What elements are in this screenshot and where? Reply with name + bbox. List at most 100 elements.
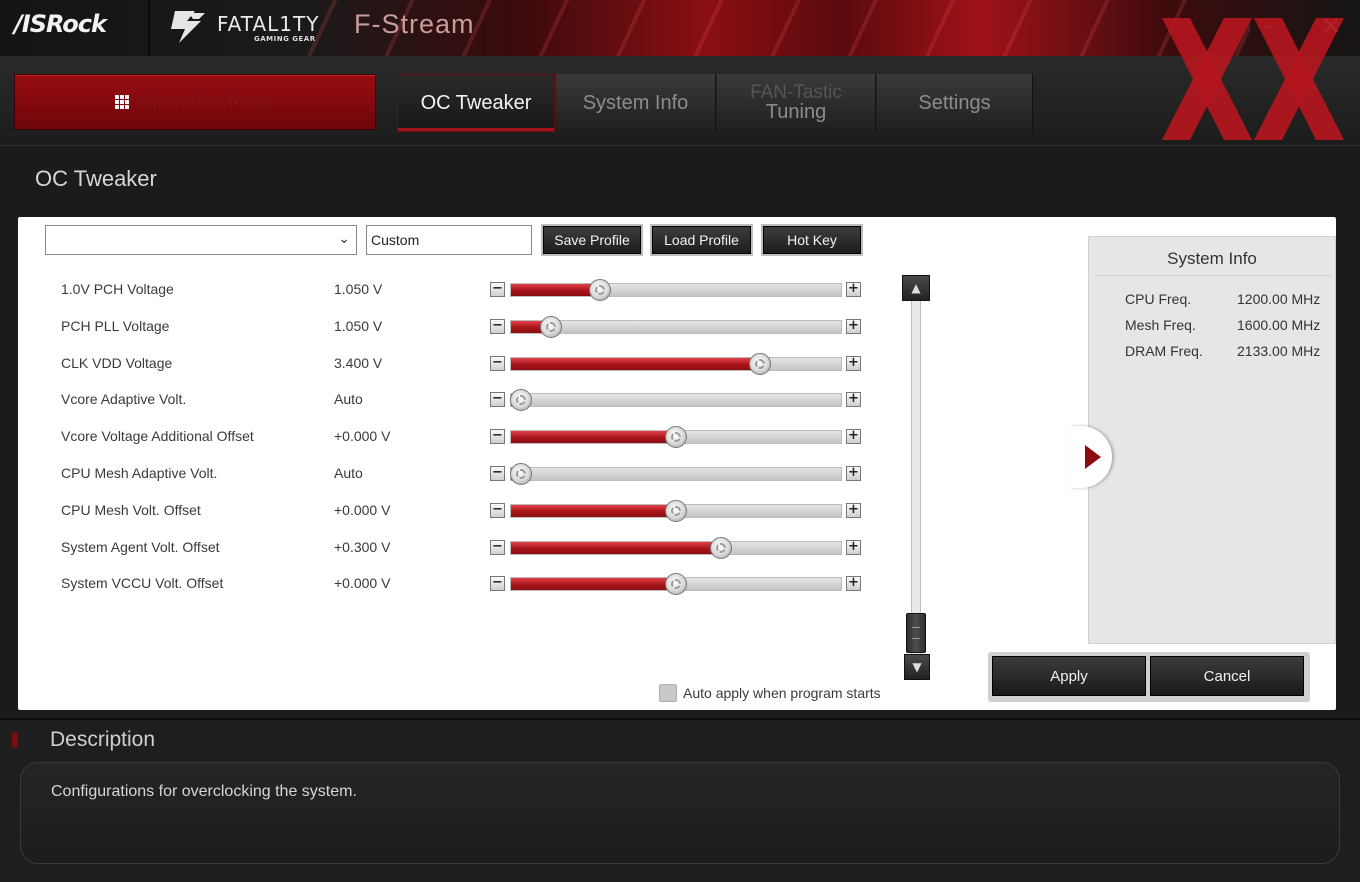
system-info-title: System Info xyxy=(1167,249,1257,268)
setting-value: Auto xyxy=(334,465,363,481)
setting-name: PCH PLL Voltage xyxy=(61,317,170,334)
operation-mode-label: Operation Mode xyxy=(138,92,276,112)
setting-name: CPU Mesh Volt. Offset xyxy=(61,501,201,518)
decrease-button[interactable]: − xyxy=(490,576,505,592)
description-box: Configurations for overclocking the syst… xyxy=(20,762,1340,864)
decrease-button[interactable]: − xyxy=(490,539,505,555)
setting-row: CPU Mesh Volt. Offset +0.000 V − + xyxy=(18,494,878,530)
description-text: Configurations for overclocking the syst… xyxy=(51,783,357,800)
action-buttons: Apply Cancel xyxy=(988,652,1310,702)
increase-button[interactable]: + xyxy=(846,466,861,481)
slider-track[interactable] xyxy=(509,389,842,412)
slider-track[interactable] xyxy=(510,279,842,301)
cpu-freq-value: 1200.00 MHz xyxy=(1237,291,1321,307)
decrease-button[interactable]: − xyxy=(490,429,505,445)
slider-knob[interactable] xyxy=(509,463,532,485)
grid-icon xyxy=(114,95,129,109)
fatality-logo-text: FATAL1TY xyxy=(217,12,320,36)
increase-button[interactable]: + xyxy=(846,502,861,518)
scroll-down-button[interactable]: ▼ xyxy=(904,654,930,680)
setting-row: 1.0V PCH Voltage 1.050 V − + xyxy=(18,273,878,309)
close-button[interactable]: × xyxy=(1318,12,1344,38)
dram-freq-value: 2133.00 MHz xyxy=(1237,343,1321,359)
slider-track[interactable] xyxy=(510,573,842,596)
increase-button[interactable]: + xyxy=(846,355,861,371)
slider-knob[interactable] xyxy=(665,573,687,596)
slider-knob[interactable] xyxy=(665,499,687,522)
slider-knob[interactable] xyxy=(709,536,732,559)
decrease-button[interactable]: − xyxy=(490,318,505,334)
save-profile-button[interactable]: Save Profile xyxy=(543,226,641,254)
setting-name: System VCCU Volt. Offset xyxy=(61,575,224,592)
setting-value: 1.050 V xyxy=(334,281,383,297)
increase-button[interactable]: + xyxy=(846,392,861,408)
profile-dropdown[interactable]: ⌄ xyxy=(45,225,357,255)
setting-value: +0.000 V xyxy=(334,428,391,445)
slider-fill xyxy=(511,504,676,517)
slider-track[interactable] xyxy=(509,463,842,485)
tab-oc-tweaker[interactable]: OC Tweaker xyxy=(397,74,555,132)
slider-knob[interactable] xyxy=(509,389,532,412)
setting-row: CPU Mesh Adaptive Volt. Auto − + xyxy=(18,457,878,493)
setting-value: 1.050 V xyxy=(334,317,383,334)
cancel-button[interactable]: Cancel xyxy=(1150,656,1304,696)
increase-button[interactable]: + xyxy=(846,429,861,445)
decrease-button[interactable]: − xyxy=(490,355,505,371)
setting-value: +0.000 V xyxy=(334,501,391,518)
fatality-logo-subtext: GAMING GEAR xyxy=(254,35,316,43)
system-info-panel: System Info CPU Freq. 1200.00 MHz Mesh F… xyxy=(1088,236,1336,644)
slider-track[interactable] xyxy=(510,352,842,375)
slider-track[interactable] xyxy=(510,536,842,559)
system-info-divider xyxy=(1095,275,1331,276)
auto-apply-checkbox-box[interactable] xyxy=(659,684,677,702)
tab-fan-tastic-tuning[interactable]: FAN-Tastic Tuning xyxy=(717,74,876,132)
setting-value: Auto xyxy=(334,391,363,408)
slider-knob[interactable] xyxy=(749,352,772,375)
slider-knob[interactable] xyxy=(539,315,562,338)
oc-tweaker-panel: ⌄ Custom Save Profile Load Profile Hot K… xyxy=(18,217,1336,710)
slider-knob[interactable] xyxy=(589,279,612,301)
cpu-freq-label: CPU Freq. xyxy=(1125,291,1192,307)
load-profile-button[interactable]: Load Profile xyxy=(652,226,751,254)
setting-row: CLK VDD Voltage 3.400 V − + xyxy=(18,347,878,383)
tab-fan-label-line1: FAN-Tastic xyxy=(750,81,842,103)
slider-track[interactable] xyxy=(510,426,842,449)
slider-fill xyxy=(511,541,721,554)
slider-track[interactable] xyxy=(510,499,842,522)
setting-name: CPU Mesh Adaptive Volt. xyxy=(61,465,218,481)
tab-system-info[interactable]: System Info xyxy=(556,74,716,132)
setting-value: +0.000 V xyxy=(334,575,391,592)
setting-row: Vcore Adaptive Volt. Auto − + xyxy=(18,383,878,419)
decrease-button[interactable]: − xyxy=(490,502,505,518)
slider-fill xyxy=(511,284,601,296)
profile-name-field[interactable]: Custom xyxy=(366,225,532,255)
operation-mode-button[interactable]: Operation Mode xyxy=(14,74,376,130)
apply-button[interactable]: Apply xyxy=(992,656,1146,696)
setting-value: 3.400 V xyxy=(334,354,383,371)
setting-row: System VCCU Volt. Offset +0.000 V − + xyxy=(18,567,878,603)
scrollbar-thumb[interactable] xyxy=(906,613,926,653)
minimize-button[interactable]: – xyxy=(1256,14,1282,40)
decrease-button[interactable]: − xyxy=(490,282,505,297)
tab-fan-label-line2: Tuning xyxy=(765,101,827,124)
decrease-button[interactable]: − xyxy=(490,392,505,408)
decrease-button[interactable]: − xyxy=(490,466,505,481)
hot-key-button[interactable]: Hot Key xyxy=(763,226,861,254)
setting-name: Vcore Adaptive Volt. xyxy=(61,391,187,408)
scroll-up-button[interactable]: ▲ xyxy=(902,275,930,301)
setting-name: System Agent Volt. Offset xyxy=(61,538,220,555)
setting-row: Vcore Voltage Additional Offset +0.000 V −… xyxy=(18,420,878,456)
slider-track[interactable] xyxy=(510,315,842,338)
slider-fill xyxy=(511,578,676,591)
description-marker-icon xyxy=(12,732,18,748)
dram-freq-label: DRAM Freq. xyxy=(1125,343,1203,359)
increase-button[interactable]: + xyxy=(846,318,861,334)
slider-knob[interactable] xyxy=(665,426,687,449)
setting-row: System Agent Volt. Offset +0.300 V − + xyxy=(18,531,878,567)
increase-button[interactable]: + xyxy=(846,282,861,297)
auto-apply-checkbox[interactable]: Auto apply when program starts xyxy=(659,684,881,702)
increase-button[interactable]: + xyxy=(846,576,861,592)
tab-settings[interactable]: Settings xyxy=(877,74,1033,132)
increase-button[interactable]: + xyxy=(846,539,861,555)
scrollbar-track[interactable] xyxy=(911,301,921,659)
